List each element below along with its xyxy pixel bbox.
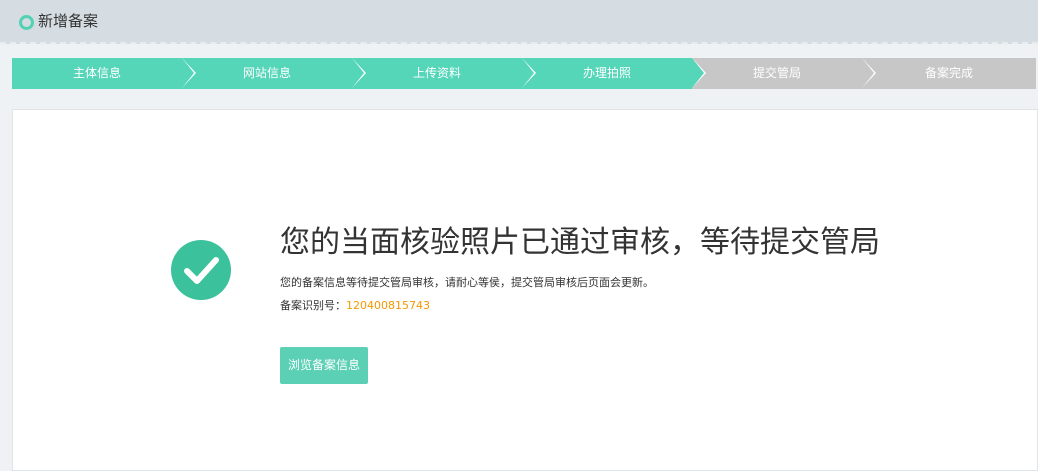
step-label: 网站信息 (242, 66, 291, 80)
page-title: 新增备案 (38, 12, 99, 30)
step-arrow (352, 58, 364, 88)
result-description: 您的备案信息等待提交管局审核，请耐心等侯，提交管局审核后页面会更新。 (280, 276, 654, 289)
step-entity-info: 主体信息 (12, 58, 196, 89)
progress-steps: 主体信息 网站信息 上传资料 办理拍照 提交管局 备案完成 (12, 58, 1036, 89)
step-arrow (692, 58, 704, 88)
filing-id-value: 120400815743 (346, 299, 430, 312)
filing-id-line: 备案识别号：120400815743 (280, 298, 430, 314)
top-bar: 新增备案 (0, 0, 1038, 44)
step-label: 主体信息 (72, 66, 121, 80)
step-label: 办理拍照 (582, 66, 631, 80)
step-label: 提交管局 (752, 66, 801, 80)
step-complete: 备案完成 (862, 58, 1036, 89)
result-headline: 您的当面核验照片已通过审核，等待提交管局 (280, 225, 880, 260)
step-website-info: 网站信息 (182, 58, 366, 89)
step-photo: 办理拍照 (522, 58, 706, 89)
step-upload-docs: 上传资料 (352, 58, 536, 89)
filing-id-label: 备案识别号： (280, 299, 346, 312)
result-panel: 您的当面核验照片已通过审核，等待提交管局 您的备案信息等待提交管局审核，请耐心等… (12, 109, 1038, 471)
check-circle-icon (171, 240, 231, 300)
step-submit-bureau: 提交管局 (692, 58, 876, 89)
title-ring-icon (19, 15, 34, 30)
step-arrow (862, 58, 874, 88)
browse-filing-button[interactable]: 浏览备案信息 (280, 347, 368, 384)
step-arrow (522, 58, 534, 88)
step-arrow (182, 58, 194, 88)
step-label: 备案完成 (924, 66, 973, 80)
step-label: 上传资料 (412, 66, 461, 80)
